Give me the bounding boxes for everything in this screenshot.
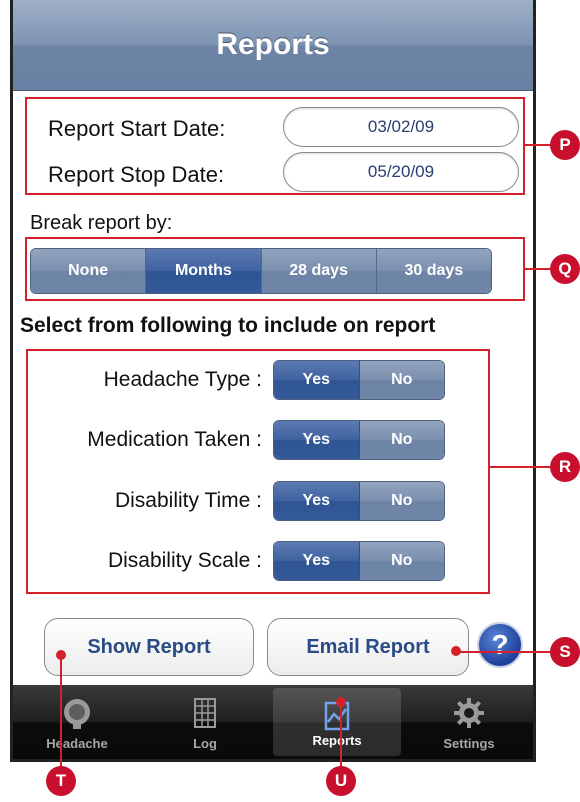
grid-icon xyxy=(194,698,216,728)
callout-box-r xyxy=(26,349,490,594)
tab-reports-label: Reports xyxy=(312,733,362,748)
head-icon xyxy=(64,699,90,729)
callout-line-p xyxy=(525,144,553,146)
callout-badge-s: S xyxy=(550,637,580,667)
tab-settings[interactable]: Settings xyxy=(405,685,533,759)
tab-log[interactable]: Log xyxy=(141,685,269,759)
show-report-button[interactable]: Show Report xyxy=(44,618,254,676)
callout-box-p xyxy=(25,97,525,195)
callout-line-u xyxy=(340,702,342,770)
callout-badge-t: T xyxy=(46,766,76,796)
callout-line-s xyxy=(456,651,552,653)
email-report-button[interactable]: Email Report xyxy=(267,618,469,676)
tab-headache[interactable]: Headache xyxy=(13,685,141,759)
tab-log-label: Log xyxy=(193,736,217,751)
callout-dot-s xyxy=(451,646,461,656)
page-title: Reports xyxy=(216,28,330,61)
callout-badge-p: P xyxy=(550,130,580,160)
tab-headache-label: Headache xyxy=(46,736,108,751)
callout-box-q xyxy=(25,237,525,301)
callout-badge-q: Q xyxy=(550,254,580,284)
tab-settings-label: Settings xyxy=(443,736,495,751)
nav-bar: Reports xyxy=(13,0,533,91)
tab-bar: Headache Log Reports Settings xyxy=(13,685,533,759)
callout-line-r xyxy=(490,466,552,468)
callout-badge-u: U xyxy=(326,766,356,796)
break-report-label: Break report by: xyxy=(30,212,173,234)
callout-line-q xyxy=(525,268,553,270)
help-button[interactable]: ? xyxy=(477,622,523,668)
callout-line-t xyxy=(60,655,62,770)
gear-icon xyxy=(454,698,484,728)
callout-badge-r: R xyxy=(550,452,580,482)
include-heading: Select from following to include on repo… xyxy=(20,314,436,337)
